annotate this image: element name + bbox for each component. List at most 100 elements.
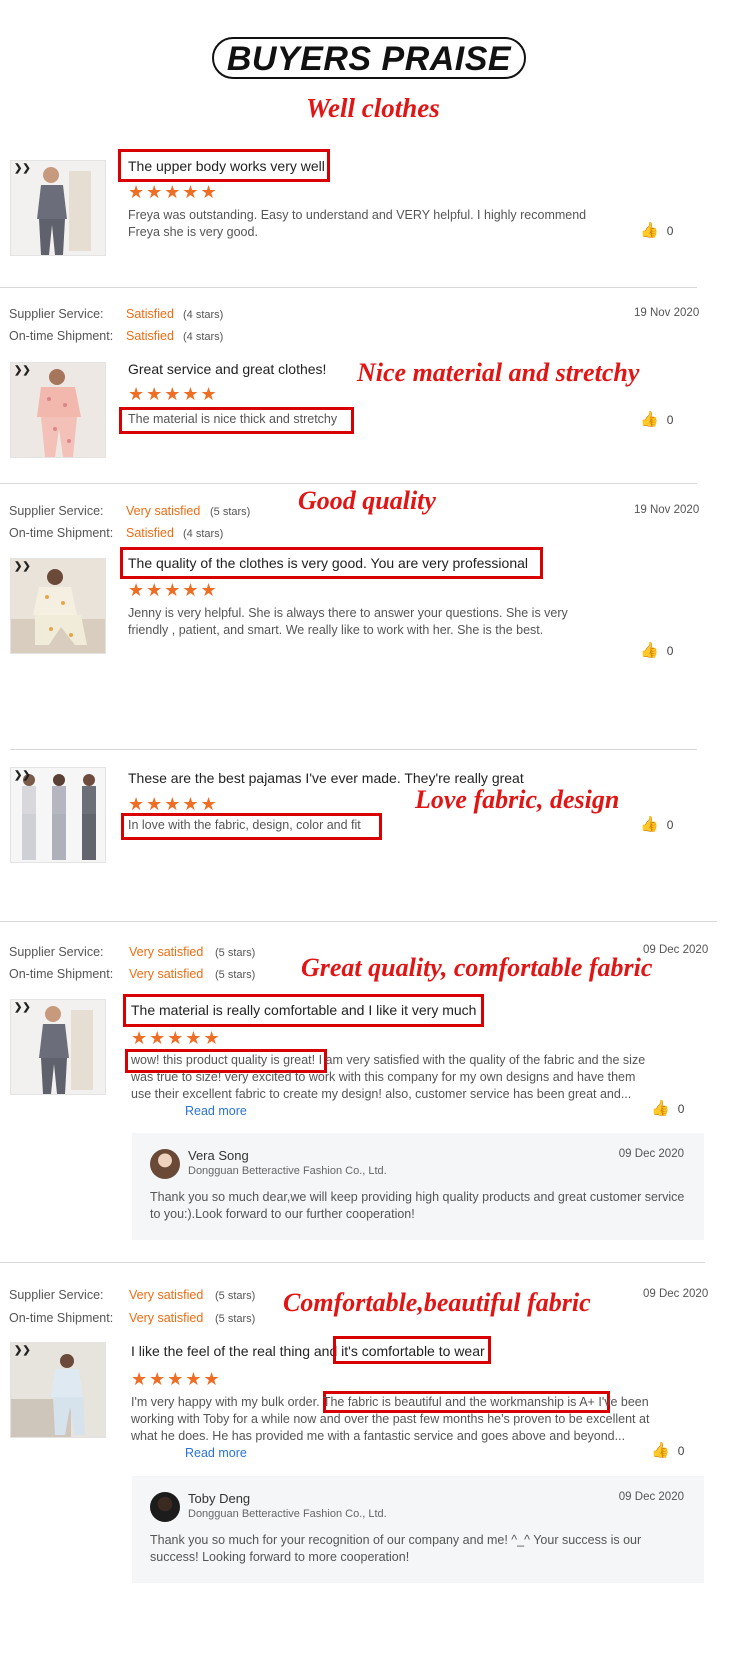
review-title: Great service and great clothes! (128, 361, 327, 377)
ontime-shipment-label: On-time Shipment: (9, 526, 114, 540)
ontime-shipment-label: On-time Shipment: (9, 967, 114, 981)
supplier-service-label: Supplier Service: (9, 307, 104, 321)
expand-icon: ❯❯ (14, 1345, 31, 1356)
like-count: 0 (666, 224, 674, 238)
expand-icon: ❯❯ (14, 1002, 31, 1013)
star-rating: ★★★★★ (128, 794, 219, 814)
review-text-highlight: The fabric is beautiful and the workmans… (322, 1395, 595, 1409)
like-button[interactable]: 👍 0 (651, 1101, 684, 1117)
review-title: The material is really comfortable and I… (131, 1002, 477, 1018)
review-text: Jenny is very helpful. She is always the… (128, 606, 568, 637)
review-6-product-image[interactable]: ❯❯ (10, 1342, 106, 1438)
reply-text: Thank you so much for your recognition o… (150, 1533, 642, 1564)
review-4-product-image[interactable]: ❯❯ (10, 767, 106, 863)
reply-company: Dongguan Betteractive Fashion Co., Ltd. (188, 1508, 387, 1520)
review-text: Freya was outstanding. Easy to understan… (128, 208, 587, 239)
supplier-service-label: Supplier Service: (9, 504, 104, 518)
supplier-reply: Vera Song Dongguan Betteractive Fashion … (132, 1133, 704, 1240)
callout-well-clothes: Well clothes (306, 93, 440, 123)
star-rating: ★★★★★ (128, 384, 219, 404)
star-rating: ★★★★★ (128, 580, 219, 600)
expand-icon: ❯❯ (14, 561, 31, 572)
review-5-product-image[interactable]: ❯❯ (10, 999, 106, 1095)
review-title: The upper body works very well (128, 158, 325, 174)
ontime-shipment-stars: (4 stars) (183, 331, 224, 343)
supplier-service-value: Very satisfied (126, 504, 201, 518)
review-text: wow! this product quality is great! I am… (131, 1052, 656, 1120)
reply-author-name: Toby Deng (188, 1491, 251, 1506)
reply-date: 09 Dec 2020 (618, 1148, 684, 1160)
review-1-product-image[interactable]: ❯❯ (10, 160, 106, 256)
reply-author-name: Vera Song (188, 1148, 249, 1163)
like-button[interactable]: 👍 0 (640, 817, 673, 833)
review-text: In love with the fabric, design, color a… (128, 818, 361, 832)
review-text: The material is nice thick and stretchy (128, 412, 338, 426)
callout-good-quality: Good quality (298, 486, 436, 515)
divider (0, 1262, 705, 1263)
expand-icon: ❯❯ (14, 163, 31, 174)
like-button[interactable]: 👍 0 (640, 643, 673, 659)
expand-icon: ❯❯ (14, 365, 31, 376)
thumbs-up-icon: 👍 (640, 642, 659, 659)
thumbs-up-icon: 👍 (651, 1100, 670, 1117)
read-more-link[interactable]: Read more (185, 1446, 247, 1460)
review-text-pre: I'm very happy with my bulk order. (131, 1395, 320, 1409)
ontime-shipment-label: On-time Shipment: (9, 329, 114, 343)
review-title: The quality of the clothes is very good.… (128, 555, 529, 571)
supplier-service-label: Supplier Service: (9, 1288, 104, 1302)
ontime-shipment-stars: (5 stars) (215, 969, 256, 981)
star-rating: ★★★★★ (131, 1369, 222, 1389)
reply-company: Dongguan Betteractive Fashion Co., Ltd. (188, 1165, 387, 1177)
supplier-reply: Toby Deng Dongguan Betteractive Fashion … (132, 1476, 704, 1583)
supplier-service-stars: (5 stars) (215, 947, 256, 959)
like-count: 0 (677, 1444, 685, 1458)
ontime-shipment-stars: (5 stars) (215, 1313, 256, 1325)
star-rating: ★★★★★ (128, 182, 219, 202)
thumbs-up-icon: 👍 (651, 1442, 670, 1459)
ontime-shipment-value: Satisfied (126, 329, 174, 343)
avatar (150, 1149, 180, 1179)
callout-comfortable-fabric: Comfortable,beautiful fabric (283, 1288, 591, 1317)
like-count: 0 (666, 413, 674, 427)
supplier-service-value: Very satisfied (129, 945, 204, 959)
review-date: 19 Nov 2020 (634, 307, 700, 319)
expand-icon: ❯❯ (14, 770, 31, 781)
divider (0, 921, 717, 922)
review-2-product-image[interactable]: ❯❯ (10, 362, 106, 458)
ontime-shipment-value: Very satisfied (129, 1311, 204, 1325)
reply-text: Thank you so much dear,we will keep prov… (150, 1190, 685, 1221)
thumbs-up-icon: 👍 (640, 411, 659, 428)
avatar (150, 1492, 180, 1522)
callout-nice-material: Nice material and stretchy (357, 358, 640, 387)
supplier-service-label: Supplier Service: (9, 945, 104, 959)
star-rating: ★★★★★ (131, 1028, 222, 1048)
supplier-service-stars: (4 stars) (183, 309, 224, 321)
supplier-service-value: Very satisfied (129, 1288, 204, 1302)
highlight-box (333, 1336, 491, 1364)
reply-date: 09 Dec 2020 (618, 1491, 684, 1503)
ontime-shipment-label: On-time Shipment: (9, 1311, 114, 1325)
read-more-link[interactable]: Read more (185, 1104, 247, 1118)
review-date: 19 Nov 2020 (634, 504, 700, 516)
like-count: 0 (666, 644, 674, 658)
supplier-service-value: Satisfied (126, 307, 174, 321)
like-count: 0 (677, 1102, 685, 1116)
supplier-service-stars: (5 stars) (215, 1290, 256, 1302)
thumbs-up-icon: 👍 (640, 816, 659, 833)
review-text: I'm very happy with my bulk order. The f… (131, 1394, 656, 1462)
review-text-highlight: wow! this product quality is great! (131, 1053, 316, 1067)
divider (0, 287, 697, 288)
ontime-shipment-value: Very satisfied (129, 967, 204, 981)
like-button[interactable]: 👍 0 (640, 412, 673, 428)
thumbs-up-icon: 👍 (640, 222, 659, 239)
like-button[interactable]: 👍 0 (640, 223, 673, 239)
page-title: BUYERS PRAISE (212, 37, 526, 79)
supplier-service-stars: (5 stars) (210, 506, 251, 518)
review-3-product-image[interactable]: ❯❯ (10, 558, 106, 654)
review-date: 09 Dec 2020 (643, 1288, 709, 1300)
divider (0, 483, 697, 484)
ontime-shipment-stars: (4 stars) (183, 528, 224, 540)
divider (10, 749, 697, 750)
ontime-shipment-value: Satisfied (126, 526, 174, 540)
like-button[interactable]: 👍 0 (651, 1443, 684, 1459)
